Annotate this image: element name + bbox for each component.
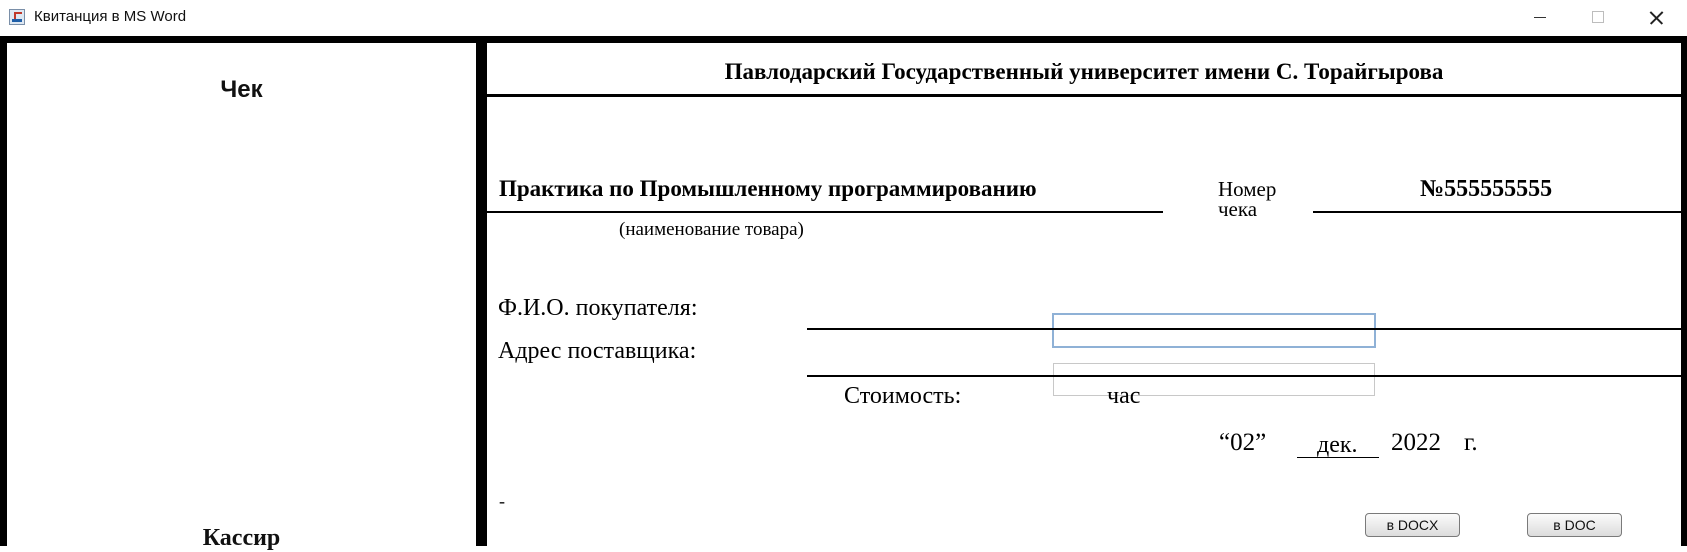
export-docx-button[interactable]: в DOCX <box>1365 513 1460 537</box>
header-divider <box>487 94 1681 97</box>
stub-title: Чек <box>220 76 263 103</box>
cost-label: Стоимость: <box>844 383 962 409</box>
receipt-stub-panel: Чек Кассир <box>7 43 476 551</box>
window-title: Квитанция в MS Word <box>34 8 187 25</box>
cashier-label: Кассир <box>202 525 281 551</box>
buyer-underline <box>807 328 1681 330</box>
date-month-underline <box>1297 457 1379 458</box>
supplier-address-input[interactable] <box>1053 363 1375 396</box>
footer-mark: - <box>499 491 505 511</box>
date-day: “02” <box>1219 429 1267 456</box>
date-year: 2022 <box>1391 429 1441 456</box>
product-underline <box>487 211 1163 213</box>
date-suffix: г. <box>1464 429 1478 456</box>
title-bar: Квитанция в MS Word <box>0 0 1687 36</box>
supplier-label: Адрес поставщика: <box>498 338 697 364</box>
java-cup-icon <box>9 9 25 25</box>
buyer-label: Ф.И.О. покупателя: <box>498 295 698 321</box>
check-number-value: №555555555 <box>1420 176 1553 202</box>
maximize-button[interactable] <box>1569 0 1627 36</box>
product-name: Практика по Промышленному программирован… <box>499 176 1037 201</box>
buyer-name-input[interactable] <box>1052 313 1376 348</box>
check-number-underline <box>1313 211 1681 213</box>
date-month: дек. <box>1317 432 1358 458</box>
check-number-label-line2: чека <box>1218 197 1258 221</box>
university-title: Павлодарский Государственный университет… <box>724 59 1444 84</box>
minimize-button[interactable] <box>1511 0 1569 36</box>
export-doc-button[interactable]: в DOC <box>1527 513 1622 537</box>
supplier-underline <box>807 375 1681 377</box>
product-caption: (наименование товара) <box>619 219 804 240</box>
receipt-main-panel: Павлодарский Государственный университет… <box>487 43 1681 546</box>
cost-unit: час <box>1107 383 1141 409</box>
close-button[interactable] <box>1627 0 1685 36</box>
